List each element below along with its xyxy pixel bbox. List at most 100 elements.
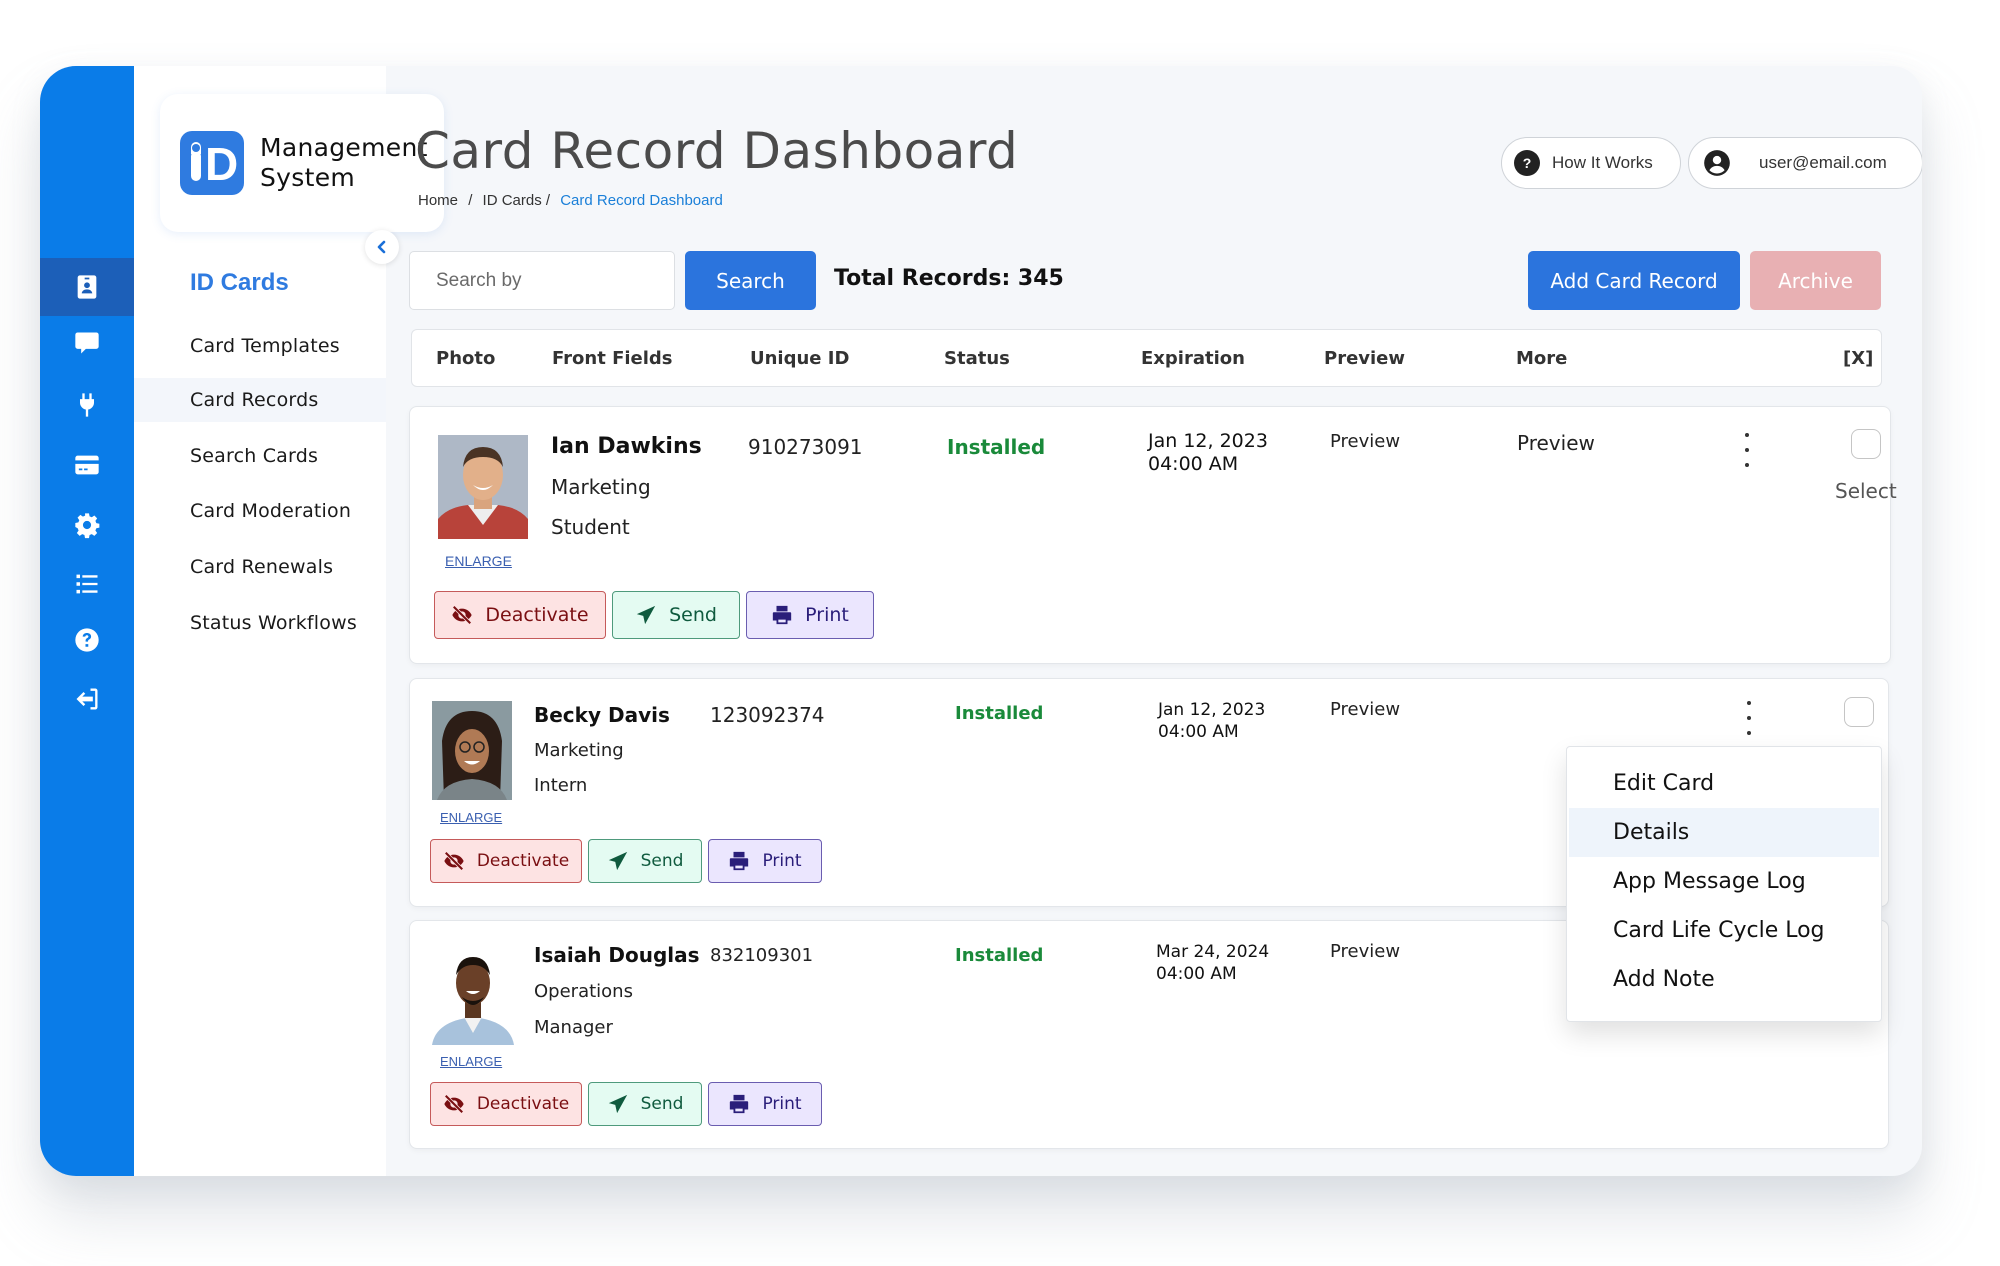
more-options-button[interactable] — [1742, 701, 1756, 735]
chevron-left-icon — [377, 240, 386, 254]
archive-button[interactable]: Archive — [1750, 251, 1881, 310]
send-button[interactable]: Send — [588, 1082, 702, 1126]
nav-item-card-renewals[interactable]: Card Renewals — [134, 545, 386, 589]
table-header: Photo Front Fields Unique ID Status Expi… — [411, 329, 1882, 387]
column-photo[interactable]: Photo — [436, 348, 495, 369]
paper-plane-icon — [636, 605, 656, 625]
printer-icon — [730, 851, 749, 871]
deactivate-button[interactable]: Deactivate — [430, 839, 582, 883]
cardholder-department: Operations — [534, 981, 633, 1002]
printer-icon — [730, 1094, 749, 1114]
preview-link[interactable]: Preview — [1330, 431, 1400, 452]
user-photo[interactable] — [432, 945, 514, 1045]
nav-item-card-moderation[interactable]: Card Moderation — [134, 489, 386, 533]
secondary-nav: D Management System ID Cards Card Templa… — [134, 66, 444, 1176]
user-account-button[interactable]: user@email.com — [1688, 137, 1922, 189]
gear-icon — [75, 513, 100, 539]
rail-item-help[interactable] — [40, 611, 134, 669]
menu-item-add-note[interactable]: Add Note — [1567, 955, 1881, 1004]
column-unique-id[interactable]: Unique ID — [750, 348, 849, 369]
rail-item-billing[interactable] — [40, 436, 134, 494]
unique-id: 123092374 — [710, 703, 825, 727]
menu-item-edit-card[interactable]: Edit Card — [1567, 759, 1881, 808]
main-content: Card Record Dashboard Home / ID Cards / … — [386, 66, 1922, 1176]
select-checkbox[interactable] — [1851, 429, 1881, 459]
enlarge-photo-link[interactable]: ENLARGE — [440, 1054, 502, 1069]
menu-item-app-message-log[interactable]: App Message Log — [1567, 857, 1881, 906]
breadcrumb-current: Card Record Dashboard — [560, 192, 723, 209]
cardholder-name: Isaiah Douglas — [534, 943, 700, 967]
cardholder-role: Intern — [534, 775, 588, 796]
eye-slash-icon — [444, 851, 464, 871]
user-photo[interactable] — [438, 435, 528, 539]
collapse-sidebar-button[interactable] — [365, 230, 399, 264]
deactivate-button[interactable]: Deactivate — [430, 1082, 582, 1126]
user-avatar-icon — [1704, 150, 1730, 176]
menu-item-details[interactable]: Details — [1569, 808, 1879, 857]
enlarge-photo-link[interactable]: ENLARGE — [440, 810, 502, 825]
column-expiration[interactable]: Expiration — [1141, 348, 1245, 369]
column-preview[interactable]: Preview — [1324, 348, 1405, 369]
status-badge: Installed — [955, 703, 1044, 724]
rail-item-id-cards[interactable] — [40, 258, 134, 316]
cardholder-department: Marketing — [551, 475, 651, 499]
menu-item-card-life-cycle-log[interactable]: Card Life Cycle Log — [1567, 906, 1881, 955]
rail-item-integrations[interactable] — [40, 376, 134, 434]
app-window: D Management System ID Cards Card Templa… — [40, 66, 1922, 1176]
icon-rail — [40, 66, 134, 1176]
print-button[interactable]: Print — [708, 839, 822, 883]
credit-card-icon — [75, 455, 99, 475]
rail-item-messages[interactable] — [40, 314, 134, 372]
rail-item-lists[interactable] — [40, 555, 134, 613]
rail-item-settings[interactable] — [40, 496, 134, 554]
paper-plane-icon — [608, 851, 627, 871]
cardholder-role: Manager — [534, 1017, 613, 1038]
send-button[interactable]: Send — [612, 591, 740, 639]
cardholder-name: Ian Dawkins — [551, 434, 702, 459]
breadcrumb-id-cards[interactable]: ID Cards / — [483, 192, 551, 209]
cardholder-department: Marketing — [534, 740, 624, 761]
print-button[interactable]: Print — [708, 1082, 822, 1126]
breadcrumb-separator: / — [468, 192, 473, 209]
expiration: Jan 12, 2023 04:00 AM — [1148, 430, 1268, 475]
preview-link[interactable]: Preview — [1330, 941, 1400, 962]
nav-section-title: ID Cards — [190, 269, 289, 296]
deactivate-button[interactable]: Deactivate — [434, 591, 606, 639]
nav-item-search-cards[interactable]: Search Cards — [134, 434, 386, 478]
column-status[interactable]: Status — [944, 348, 1010, 369]
expiration: Mar 24, 2024 04:00 AM — [1156, 942, 1270, 984]
user-photo[interactable] — [432, 701, 512, 800]
more-options-menu: Edit Card Details App Message Log Card L… — [1566, 746, 1882, 1022]
more-preview-link[interactable]: Preview — [1517, 431, 1595, 455]
column-more[interactable]: More — [1516, 348, 1567, 369]
send-button[interactable]: Send — [588, 839, 702, 883]
question-circle-icon: ? — [1514, 150, 1540, 176]
id-logo-icon: D — [180, 131, 244, 195]
eye-slash-icon — [452, 605, 473, 625]
total-records: Total Records: 345 — [834, 266, 1064, 291]
search-input[interactable] — [409, 251, 675, 310]
unique-id: 910273091 — [748, 435, 863, 459]
more-options-button[interactable] — [1740, 433, 1754, 467]
breadcrumb: Home / ID Cards / Card Record Dashboard — [418, 192, 729, 209]
how-it-works-button[interactable]: ? How It Works — [1501, 137, 1681, 189]
breadcrumb-home[interactable]: Home — [418, 192, 458, 209]
chat-icon — [75, 332, 99, 354]
paper-plane-icon — [608, 1094, 627, 1114]
expiration: Jan 12, 2023 04:00 AM — [1158, 700, 1266, 742]
print-button[interactable]: Print — [746, 591, 874, 639]
rail-item-logout[interactable] — [40, 670, 134, 728]
nav-item-status-workflows[interactable]: Status Workflows — [134, 601, 386, 645]
column-select-all[interactable]: [X] — [1843, 348, 1873, 369]
enlarge-photo-link[interactable]: ENLARGE — [445, 553, 512, 569]
column-front-fields[interactable]: Front Fields — [552, 348, 673, 369]
unique-id: 832109301 — [710, 945, 814, 966]
help-icon — [75, 628, 99, 652]
select-checkbox[interactable] — [1844, 697, 1874, 727]
preview-link[interactable]: Preview — [1330, 699, 1400, 720]
search-button[interactable]: Search — [685, 251, 816, 310]
nav-item-card-templates[interactable]: Card Templates — [134, 324, 386, 368]
add-card-record-button[interactable]: Add Card Record — [1528, 251, 1740, 310]
id-badge-icon — [77, 275, 97, 299]
nav-item-card-records[interactable]: Card Records — [134, 378, 386, 422]
